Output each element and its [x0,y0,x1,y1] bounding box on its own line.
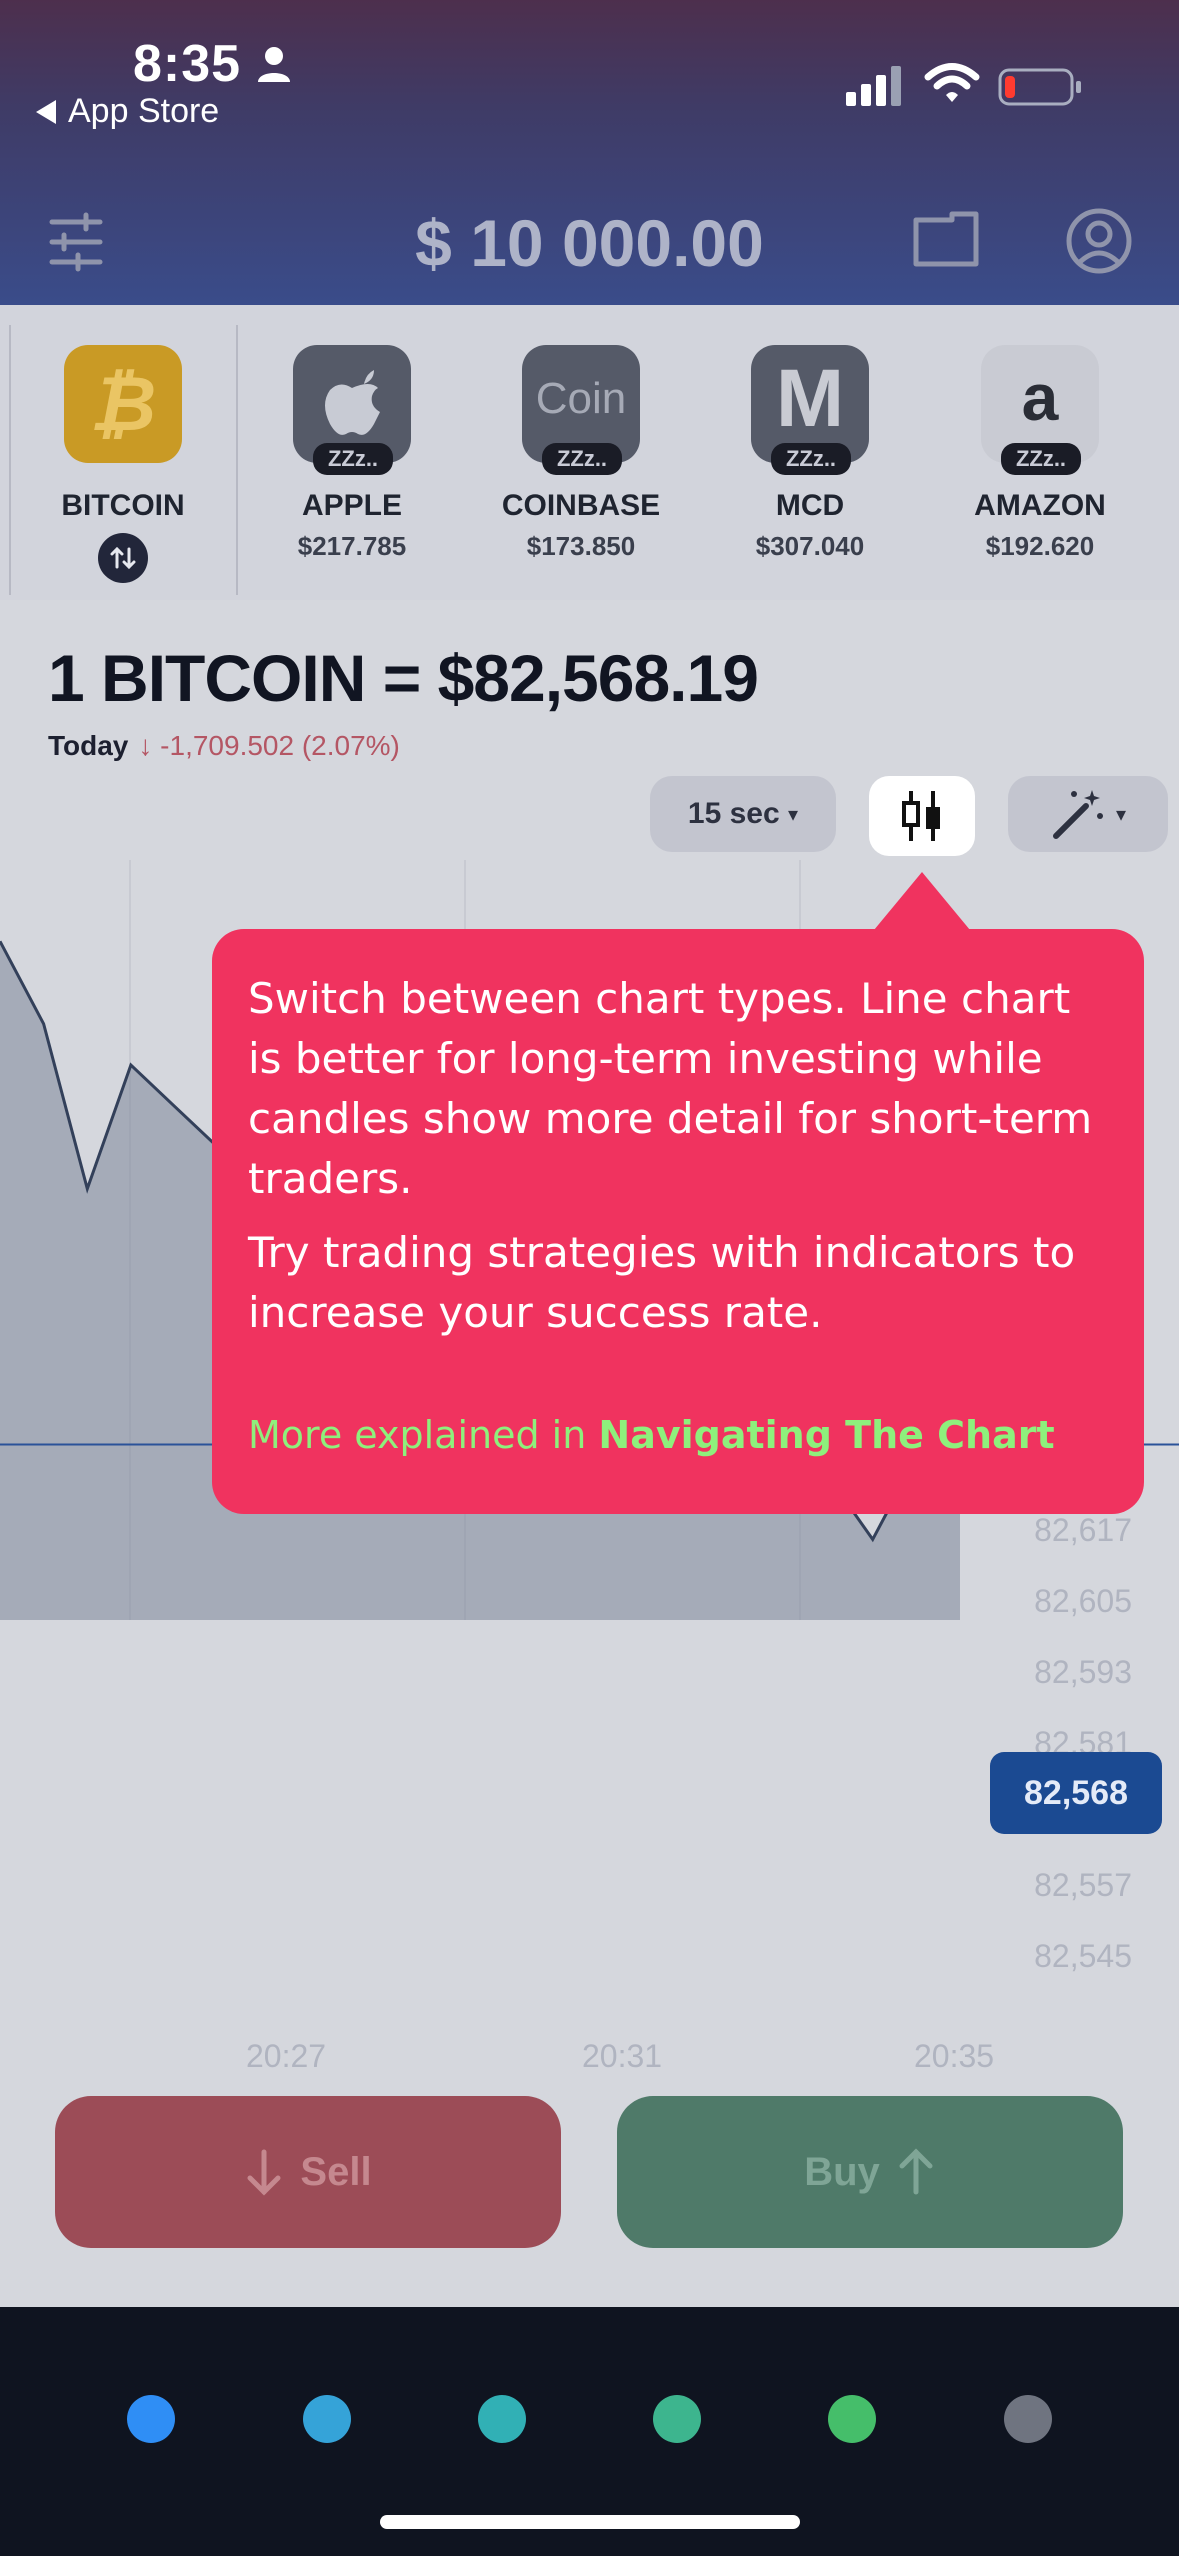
timeframe-label: 15 sec [687,797,780,830]
page-dot-1[interactable] [127,2395,175,2443]
cellular-signal-icon [846,66,901,106]
folder-icon[interactable] [912,210,980,270]
account-balance: $ 10 000.00 [415,206,764,280]
navigating-chart-link[interactable]: Navigating The Chart [598,1413,1054,1457]
indicators-button[interactable]: ▾ [1008,776,1168,852]
apple-logo-icon: ZZz.. [293,345,411,475]
arrow-down-icon [247,2149,281,2196]
market-closed-badge: ZZz.. [1001,443,1081,475]
asset-name: APPLE [301,489,403,522]
y-tick: 82,557 [1034,1867,1132,1903]
market-closed-badge: ZZz.. [313,443,393,475]
y-tick: 82,605 [1034,1583,1132,1619]
timeframe-select[interactable]: 15 sec ▾ [650,776,836,852]
asset-price: $217.785 [297,531,407,561]
y-tick: 82,617 [1034,1512,1132,1548]
swap-icon[interactable] [98,533,148,583]
back-label: App Store [68,92,220,130]
asset-name: COINBASE [501,489,661,522]
asset-price: $307.040 [755,531,865,561]
asset-coinbase[interactable]: Coin ZZz.. COINBASE $173.850 [501,345,661,562]
asset-price: $173.850 [526,531,636,561]
arrow-up-icon [899,2148,933,2195]
magic-wand-icon [1052,790,1103,839]
page-dot-3[interactable] [478,2395,526,2443]
candlestick-icon [902,791,940,841]
last-price-tag: 82,568 [990,1752,1162,1834]
chevron-down-icon: ▾ [1115,803,1127,826]
chart-type-button[interactable] [869,776,975,856]
y-tick: 82,545 [1034,1938,1132,1974]
asset-divider [9,325,11,595]
battery-icon [998,68,1081,106]
wifi-icon [924,63,980,102]
top-bar: 8:35 App Store $ 10 000.00 [0,0,1179,305]
page-dot-5[interactable] [828,2395,876,2443]
asset-apple[interactable]: ZZz.. APPLE $217.785 [272,345,432,562]
sell-label: Sell [300,2149,372,2194]
chart-type-tooltip[interactable]: Switch between chart types. Line chart i… [212,929,1144,1514]
asset-name: AMAZON [974,489,1106,522]
buy-button[interactable]: Buy [617,2096,1123,2248]
market-closed-badge: ZZz.. [771,443,851,475]
status-time: 8:35 [133,35,242,93]
x-tick: 20:27 [246,2038,327,2074]
asset-mcd[interactable]: M ZZz.. MCD $307.040 [730,345,890,562]
amazon-logo-icon: a ZZz.. [981,345,1099,475]
today-label: Today [48,730,129,761]
x-tick: 20:31 [582,2038,663,2074]
y-tick: 82,593 [1034,1654,1132,1690]
back-arrow-icon [36,99,56,124]
asset-amazon[interactable]: a ZZz.. AMAZON $192.620 [960,345,1120,562]
price-headline: 1 BITCOIN = $82,568.19 [48,641,759,715]
page-dot-4[interactable] [653,2395,701,2443]
page-dot-6[interactable] [1004,2395,1052,2443]
tooltip-pointer [874,872,970,930]
asset-strip: ₿ BITCOIN ZZz.. APPLE $217.785 Coin ZZz.… [0,305,1179,600]
tooltip-text-indicators: Try trading strategies with indicators t… [248,1228,1076,1337]
home-indicator [380,2515,800,2529]
asset-name: BITCOIN [61,489,185,522]
sell-button[interactable]: Sell [55,2096,561,2248]
x-tick: 20:35 [914,2038,995,2074]
coinbase-logo-icon: Coin ZZz.. [522,345,640,475]
more-prefix: More explained in [248,1413,599,1457]
back-to-app-store[interactable]: App Store [36,92,219,131]
person-icon [258,47,290,82]
today-change: Today ↓ -1,709.502 (2.07%) [48,730,400,762]
tooltip-text-chart-types: Switch between chart types. Line chart i… [248,974,1093,1203]
asset-bitcoin[interactable]: ₿ BITCOIN [43,345,203,583]
bitcoin-logo-icon: ₿ [64,345,182,463]
tooltip-more-line: More explained in Navigating The Chart [248,1413,1055,1457]
chevron-down-icon: ▾ [788,803,799,826]
profile-icon[interactable] [1066,208,1132,274]
market-closed-badge: ZZz.. [542,443,622,475]
mcdonalds-logo-icon: M ZZz.. [751,345,869,475]
asset-divider [236,325,238,595]
change-value: ↓ -1,709.502 (2.07%) [138,730,400,761]
buy-label: Buy [804,2149,880,2194]
page-dot-2[interactable] [303,2395,351,2443]
asset-name: MCD [775,489,845,522]
asset-price: $192.620 [985,531,1095,561]
